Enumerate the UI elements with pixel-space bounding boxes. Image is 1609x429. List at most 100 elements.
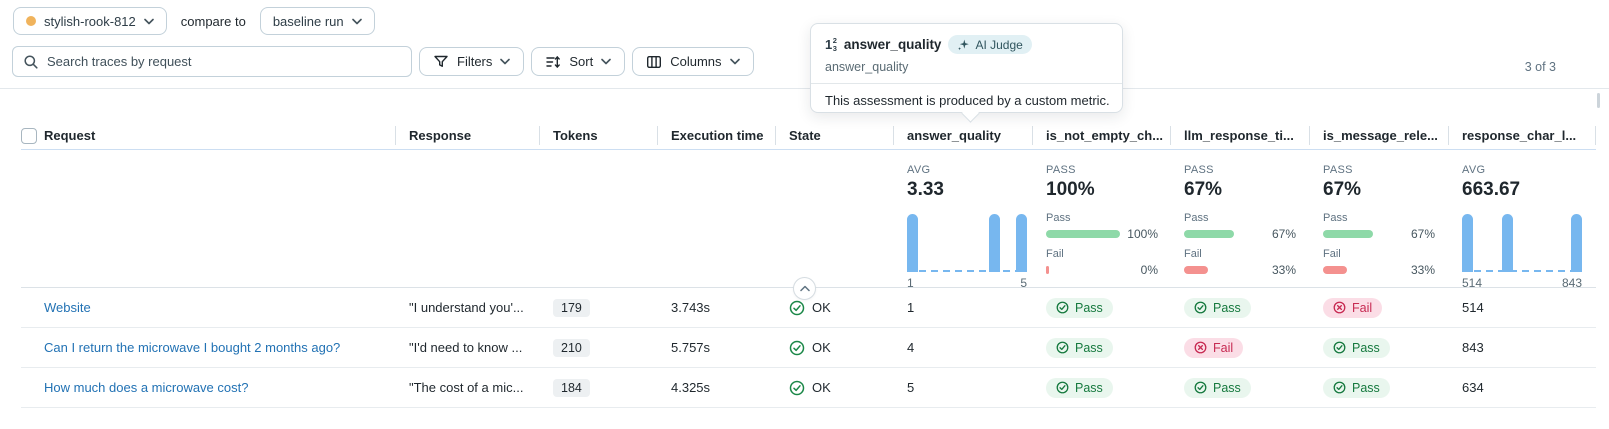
select-all-checkbox[interactable]	[21, 128, 37, 144]
tooltip-title: answer_quality	[844, 37, 942, 52]
check-circle-icon	[789, 340, 805, 356]
ai-judge-badge: AI Judge	[948, 35, 1031, 54]
column-header-answer-quality[interactable]: answer_quality	[893, 122, 1032, 149]
sort-icon	[545, 54, 561, 70]
column-header-is-message-relevant[interactable]: is_message_rele...	[1309, 122, 1448, 149]
stat-label: PASS	[1184, 164, 1295, 176]
state-cell: OK	[775, 368, 893, 407]
answer-quality-cell: 4	[893, 328, 1032, 367]
tooltip-description: This assessment is produced by a custom …	[825, 93, 1108, 108]
check-circle-icon	[1333, 341, 1346, 354]
column-header-state[interactable]: State	[775, 122, 893, 149]
tokens-pill: 210	[553, 339, 590, 357]
tokens-pill: 179	[553, 299, 590, 317]
request-link[interactable]: How much does a microwave cost?	[44, 380, 248, 395]
toolbar-divider	[0, 88, 1609, 89]
sparkle-icon	[957, 38, 970, 51]
state-cell: OK	[775, 288, 893, 327]
stat-label: PASS	[1046, 164, 1156, 176]
table-toolbar: Filters Sort Columns	[12, 46, 754, 77]
request-link[interactable]: Website	[44, 300, 91, 315]
columns-icon	[646, 54, 662, 70]
fail-pct: 0%	[1120, 263, 1158, 277]
assessment-badge: Pass	[1323, 338, 1390, 358]
badge-label: Fail	[1352, 301, 1372, 315]
run-compare-bar: stylish-rook-812 compare to baseline run	[13, 7, 375, 35]
column-header-is-not-empty[interactable]: is_not_empty_ch...	[1032, 122, 1170, 149]
badge-label: Fail	[1213, 341, 1233, 355]
stat-label: AVG	[1462, 164, 1582, 176]
sort-button[interactable]: Sort	[531, 47, 625, 76]
search-box[interactable]	[12, 46, 412, 77]
answer-quality-cell: 5	[893, 368, 1032, 407]
baseline-run-selector[interactable]: baseline run	[260, 7, 375, 35]
column-header-execution-time[interactable]: Execution time	[657, 122, 775, 149]
tooltip-divider	[811, 83, 1122, 84]
summary-is-not-empty: PASS 100% Pass 100% Fail 0%	[1032, 150, 1170, 290]
fail-label: Fail	[1323, 248, 1435, 260]
search-icon	[23, 54, 39, 70]
columns-label: Columns	[670, 54, 721, 69]
column-header-tokens[interactable]: Tokens	[539, 122, 657, 149]
response-char-cell: 514	[1448, 288, 1596, 327]
check-circle-icon	[789, 380, 805, 396]
column-header-response-char-length[interactable]: response_char_l...	[1448, 122, 1596, 149]
column-header-response[interactable]: Response	[395, 122, 539, 149]
stat-value: 663.67	[1462, 179, 1582, 201]
collapse-summary-button[interactable]	[793, 277, 816, 300]
check-circle-icon	[789, 300, 805, 316]
summary-is-message-relevant: PASS 67% Pass 67% Fail 33%	[1309, 150, 1448, 290]
badge-label: Pass	[1075, 301, 1103, 315]
baseline-selector-label: baseline run	[273, 14, 344, 29]
assessment-badge: Pass	[1046, 298, 1113, 318]
column-label: Request	[44, 128, 95, 143]
request-link[interactable]: Can I return the microwave I bought 2 mo…	[44, 340, 340, 355]
state-label: OK	[812, 380, 831, 395]
pass-pct: 67%	[1258, 227, 1296, 241]
tooltip-subtitle: answer_quality	[825, 60, 1108, 74]
column-header-llm-response-time[interactable]: llm_response_ti...	[1170, 122, 1309, 149]
traces-table: Request Response Tokens Execution time S…	[21, 122, 1596, 408]
chevron-down-icon	[601, 58, 611, 65]
filter-funnel-icon	[433, 54, 449, 69]
fail-bar	[1046, 266, 1049, 274]
vertical-scrollbar-thumb[interactable]	[1597, 93, 1600, 108]
search-input[interactable]	[47, 54, 401, 69]
x-circle-icon	[1194, 341, 1207, 354]
badge-label: Pass	[1352, 381, 1380, 395]
chevron-down-icon	[352, 18, 362, 25]
check-circle-icon	[1056, 341, 1069, 354]
state-cell: OK	[775, 328, 893, 367]
badge-label: Pass	[1213, 381, 1241, 395]
check-circle-icon	[1194, 381, 1207, 394]
pass-pct: 100%	[1120, 227, 1158, 241]
stat-label: PASS	[1323, 164, 1434, 176]
response-char-histogram	[1462, 214, 1582, 272]
table-header-row: Request Response Tokens Execution time S…	[21, 122, 1596, 150]
run-color-dot	[26, 16, 36, 26]
columns-button[interactable]: Columns	[632, 47, 753, 76]
check-circle-icon	[1056, 381, 1069, 394]
check-circle-icon	[1056, 301, 1069, 314]
run-selector[interactable]: stylish-rook-812	[13, 7, 167, 35]
assessment-badge: Pass	[1323, 378, 1390, 398]
table-row[interactable]: How much does a microwave cost? "The cos…	[21, 368, 1596, 408]
stat-value: 3.33	[907, 179, 1018, 201]
pass-label: Pass	[1184, 212, 1296, 224]
assessment-badge: Pass	[1046, 338, 1113, 358]
numeric-metric-icon: 123	[825, 37, 837, 53]
assessment-badge: Pass	[1184, 298, 1251, 318]
pass-label: Pass	[1323, 212, 1435, 224]
fail-bar	[1323, 266, 1347, 274]
stat-value: 67%	[1323, 179, 1434, 201]
traces-comparison-view: stylish-rook-812 compare to baseline run…	[0, 0, 1609, 429]
table-row[interactable]: Can I return the microwave I bought 2 mo…	[21, 328, 1596, 368]
chevron-down-icon	[144, 18, 154, 25]
fail-pct: 33%	[1258, 263, 1296, 277]
pass-pct: 67%	[1397, 227, 1435, 241]
answer-quality-cell: 1	[893, 288, 1032, 327]
state-label: OK	[812, 340, 831, 355]
stat-value: 100%	[1046, 179, 1156, 201]
filters-button[interactable]: Filters	[419, 47, 524, 76]
response-cell: "The cost of a mic...	[395, 368, 539, 407]
